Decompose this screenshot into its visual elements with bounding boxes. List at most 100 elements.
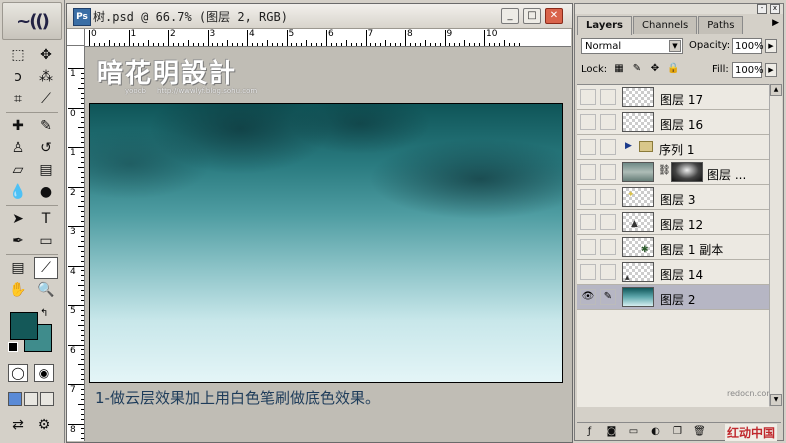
layer-row[interactable]: ✦ 图层 3 — [577, 185, 769, 210]
history-brush-icon[interactable]: ↺ — [34, 137, 58, 159]
visibility-toggle[interactable] — [580, 189, 596, 205]
dodge-tool-icon[interactable]: ● — [34, 181, 58, 203]
ruler-origin[interactable] — [67, 29, 85, 46]
crop-tool-icon[interactable]: ⌗ — [6, 88, 30, 110]
lock-all-icon[interactable]: 🔒 — [667, 63, 679, 75]
lock-position-icon[interactable]: ✥ — [649, 63, 661, 75]
notes-tool-icon[interactable]: ▤ — [6, 257, 30, 279]
lock-transparency-icon[interactable]: ▦ — [613, 63, 625, 75]
scroll-up-icon[interactable]: ▲ — [770, 84, 782, 96]
default-colors-icon[interactable] — [8, 342, 18, 352]
visibility-toggle[interactable] — [580, 164, 596, 180]
brush-icon[interactable]: ✎ — [600, 289, 616, 305]
link-toggle[interactable] — [600, 239, 616, 255]
adjustment-layer-icon[interactable]: ◐ — [649, 425, 662, 438]
help-icon[interactable]: ⚙ — [32, 414, 56, 436]
link-toggle[interactable] — [600, 114, 616, 130]
layer-row[interactable]: 图层 16 — [577, 110, 769, 135]
link-toggle[interactable] — [600, 139, 616, 155]
fill-slider-button[interactable]: ▶ — [765, 63, 777, 77]
link-toggle[interactable] — [600, 214, 616, 230]
image-canvas[interactable] — [89, 103, 563, 383]
standard-mode-button[interactable]: ◯ — [8, 364, 28, 382]
gradient-tool-icon[interactable]: ▤ — [34, 159, 58, 181]
move-tool-icon[interactable]: ✥ — [34, 44, 58, 66]
ruler-tick — [81, 112, 84, 114]
photoshop-logo[interactable]: ~(() — [2, 2, 62, 40]
clone-stamp-icon[interactable]: ♙ — [6, 137, 30, 159]
zoom-tool-icon[interactable]: 🔍 — [34, 279, 58, 301]
visibility-toggle[interactable] — [580, 114, 596, 130]
blur-tool-icon[interactable]: 💧 — [6, 181, 30, 203]
layer-row[interactable]: ✱ 图层 1 副本 — [577, 235, 769, 260]
tab-paths[interactable]: Paths — [698, 16, 744, 34]
fill-input[interactable]: 100% — [732, 62, 764, 78]
path-selection-icon[interactable]: ➤ — [6, 208, 30, 230]
blend-mode-select[interactable]: Normal ▼ — [581, 38, 683, 54]
quick-mask-mode-button[interactable]: ◉ — [34, 364, 54, 382]
ruler-tick — [182, 43, 184, 46]
full-screen-mode-icon[interactable] — [40, 392, 54, 406]
layer-row[interactable]: ▴ 图层 14 — [577, 260, 769, 285]
shape-tool-icon[interactable]: ▭ — [34, 230, 58, 252]
full-screen-menu-mode-icon[interactable] — [24, 392, 38, 406]
palette-menu-icon[interactable]: ▶ — [772, 18, 779, 28]
visibility-toggle[interactable] — [580, 89, 596, 105]
layer-list-scrollbar[interactable]: ▲ ▼ — [769, 84, 782, 406]
layer-style-icon[interactable]: ƒ — [583, 425, 596, 438]
document-titlebar[interactable]: Ps 树.psd @ 66.7% (图层 2, RGB) _ □ ✕ — [67, 4, 572, 29]
new-group-icon[interactable]: ▭ — [627, 425, 640, 438]
visibility-toggle[interactable] — [580, 239, 596, 255]
new-layer-icon[interactable]: ❐ — [671, 425, 684, 438]
layer-group-row[interactable]: ▶ 序列 1 — [577, 135, 769, 160]
visibility-toggle[interactable] — [580, 214, 596, 230]
link-toggle[interactable] — [600, 89, 616, 105]
type-tool-icon[interactable]: T — [34, 208, 58, 230]
jump-to-imageready-icon[interactable]: ⇄ — [6, 414, 30, 436]
brush-tool-icon[interactable]: ✎ — [34, 115, 58, 137]
eyedropper-tool-icon[interactable]: ⟋ — [34, 257, 58, 279]
tab-channels[interactable]: Channels — [633, 16, 698, 34]
visibility-toggle[interactable] — [580, 264, 596, 280]
scroll-down-icon[interactable]: ▼ — [770, 394, 782, 406]
slice-tool-icon[interactable]: ⟋ — [34, 88, 58, 110]
palette-titlebar[interactable]: - x — [575, 4, 783, 14]
eye-icon[interactable]: 👁 — [580, 289, 596, 305]
link-toggle[interactable] — [600, 189, 616, 205]
opacity-slider-button[interactable]: ▶ — [765, 39, 777, 53]
add-mask-icon[interactable]: ◙ — [605, 425, 618, 438]
ruler-tick — [390, 43, 392, 46]
chevron-down-icon[interactable]: ▼ — [669, 40, 681, 52]
standard-screen-mode-icon[interactable] — [8, 392, 22, 406]
mask-link-icon[interactable]: ⛓ — [658, 165, 671, 176]
close-button[interactable]: ✕ — [545, 8, 563, 24]
layer-row[interactable]: ⛓ 图层 ... — [577, 160, 769, 185]
opacity-input[interactable]: 100% — [732, 38, 764, 54]
tab-layers[interactable]: Layers — [577, 16, 632, 35]
link-toggle[interactable] — [600, 164, 616, 180]
pen-tool-icon[interactable]: ✒ — [6, 230, 30, 252]
maximize-button[interactable]: □ — [523, 8, 541, 24]
lock-image-icon[interactable]: ✎ — [631, 63, 643, 75]
palette-minimize-icon[interactable]: - — [757, 4, 767, 14]
eraser-tool-icon[interactable]: ▱ — [6, 159, 30, 181]
minimize-button[interactable]: _ — [501, 8, 519, 24]
horizontal-ruler[interactable]: 0 1 2 3 4 5 6 7 8 9 10 — [85, 29, 571, 47]
swap-colors-icon[interactable]: ↰ — [40, 308, 48, 319]
canvas-area[interactable]: 暗花明設計 yoocb http://wwwlyf.blog.sohu.com … — [85, 47, 571, 441]
visibility-toggle[interactable] — [580, 139, 596, 155]
marquee-tool-icon[interactable]: ⬚ — [6, 44, 30, 66]
layer-row[interactable]: 👁 ✎ 图层 2 — [577, 285, 769, 310]
healing-brush-icon[interactable]: ✚ — [6, 115, 30, 137]
delete-layer-icon[interactable]: 🗑 — [693, 425, 706, 438]
expand-triangle-icon[interactable]: ▶ — [625, 141, 632, 151]
layer-row[interactable]: 图层 17 — [577, 85, 769, 110]
vertical-ruler[interactable]: 1 0 1 2 3 4 5 6 7 8 — [67, 46, 85, 441]
hand-tool-icon[interactable]: ✋ — [6, 279, 30, 301]
foreground-color-swatch[interactable] — [10, 312, 38, 340]
palette-close-icon[interactable]: x — [770, 4, 780, 14]
lasso-tool-icon[interactable]: ↄ — [6, 66, 30, 88]
magic-wand-icon[interactable]: ⁂ — [34, 66, 58, 88]
layer-row[interactable]: ▲ 图层 12 — [577, 210, 769, 235]
link-toggle[interactable] — [600, 264, 616, 280]
